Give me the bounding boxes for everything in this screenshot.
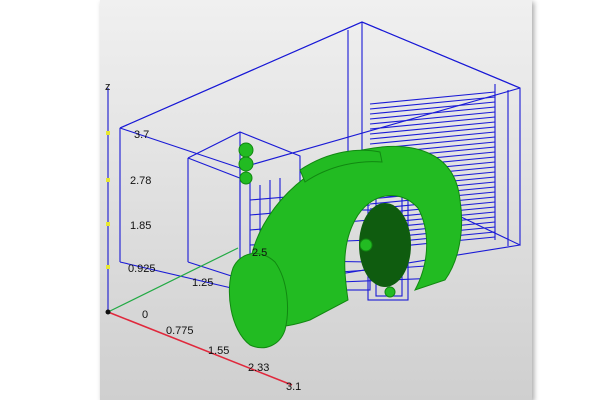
mesh-blob	[238, 156, 254, 172]
z-tick-label: 0.925	[128, 263, 156, 275]
3d-viewport[interactable]: z 3.7 2.78 1.85 0.925 0 0.775 1.55 2.33 …	[100, 0, 532, 400]
mesh-blob	[384, 286, 396, 298]
x-tick-label: 0	[142, 309, 148, 321]
z-tick-mark	[106, 265, 110, 269]
z-tick-label: 1.85	[130, 220, 151, 232]
mesh-blob	[359, 238, 373, 252]
mesh-blob	[238, 142, 254, 158]
y-tick-label: 2.5	[252, 247, 267, 259]
mesh-blob	[239, 171, 253, 185]
x-tick-label: 2.33	[248, 362, 269, 374]
z-tick-label: 2.78	[130, 175, 151, 187]
y-tick-label: 1.25	[192, 277, 213, 289]
3d-scene[interactable]: z 3.7 2.78 1.85 0.925 0 0.775 1.55 2.33 …	[100, 0, 532, 400]
z-tick-label: 3.7	[134, 129, 149, 141]
x-tick-label: 3.1	[286, 381, 301, 393]
z-tick-mark	[106, 222, 110, 226]
z-axis-label: z	[105, 81, 111, 93]
origin-point	[105, 309, 111, 315]
x-tick-label: 0.775	[166, 325, 194, 337]
z-tick-mark	[106, 131, 110, 135]
z-tick-mark	[106, 178, 110, 182]
x-tick-label: 1.55	[208, 345, 229, 357]
